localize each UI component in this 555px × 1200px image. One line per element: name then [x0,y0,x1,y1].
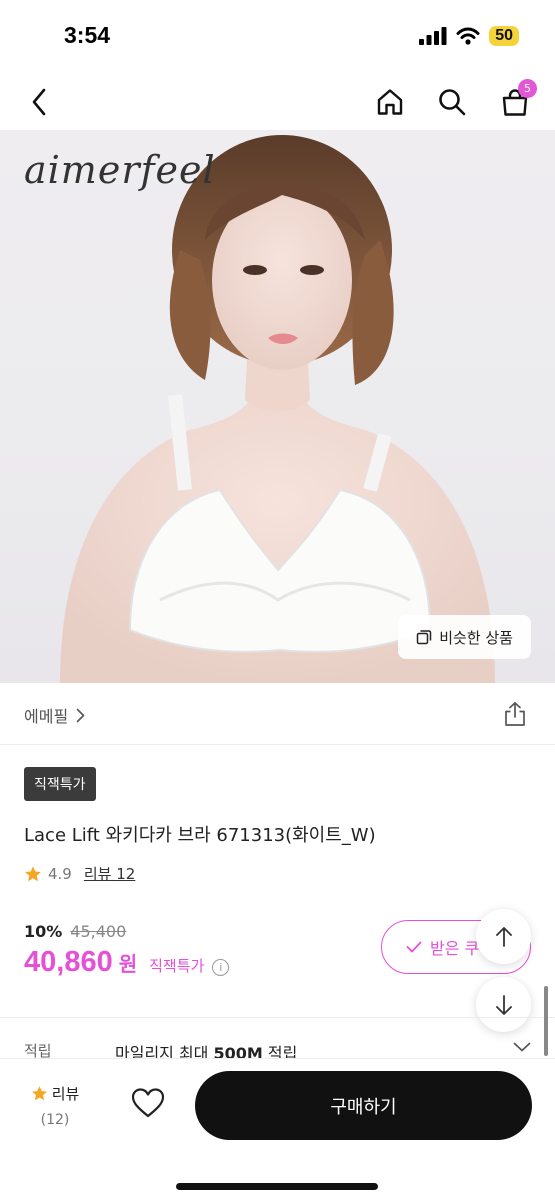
discount-row: 10% 45,400 [24,922,126,941]
info-icon[interactable]: i [212,959,230,976]
brand-name: 에메필 [24,707,69,726]
sale-price: 40,860 [24,946,113,978]
scroll-bottom-button[interactable] [476,977,531,1032]
section-divider [0,1017,555,1018]
review-summary-label: 리뷰 [24,1083,86,1104]
signal-icon [419,27,447,45]
cart-button[interactable]: 5 [493,79,537,124]
top-nav: 5 [0,72,555,130]
chevron-down-icon [513,1042,531,1052]
search-button[interactable] [430,80,474,124]
battery-indicator: 50 [489,26,519,46]
brand-logo: aimerfeel [24,148,216,192]
product-image[interactable]: aimerfeel 비슷한 상품 [0,130,555,683]
home-indicator [176,1183,378,1190]
review-label: 리뷰 [51,1085,80,1103]
chevron-right-icon [76,708,85,722]
buy-button[interactable]: 구매하기 [195,1071,532,1140]
discount-rate: 10% [24,922,63,941]
promo-tag: 직잭특가 [24,767,96,801]
cart-count-badge: 5 [518,79,537,98]
status-bar: 3:54 50 [0,0,555,72]
share-icon [505,702,525,726]
home-icon [377,89,403,115]
mileage-row[interactable]: 적립 마일리지 최대 500M 적립 [0,1040,555,1060]
arrow-up-icon [495,926,512,947]
product-title: Lace Lift 와키다카 브라 671313(화이트_W) [24,825,376,846]
check-icon [406,941,422,953]
mileage-text: 마일리지 최대 500M 적립 [115,1040,297,1060]
review-summary-button[interactable]: 리뷰 (12) [24,1083,86,1128]
wishlist-button[interactable] [130,1087,166,1123]
star-icon [25,865,41,881]
scrollbar[interactable] [544,986,548,1056]
back-button[interactable] [17,80,61,124]
arrow-down-icon [495,994,512,1015]
coupon-label: 받은 쿠 [430,939,480,958]
rating-value: 4.9 [48,864,72,883]
brand-link[interactable]: 에메필 [24,703,85,727]
copy-icon [416,630,432,645]
bottom-action-bar: 리뷰 (12) 구매하기 [0,1058,555,1200]
chevron-left-icon [32,88,46,116]
model-photo [60,135,495,683]
price-row: 40,860 원 직잭특가 i [24,946,230,979]
price-tag: 직잭특가 [149,957,205,975]
home-button[interactable] [368,80,412,124]
share-button[interactable] [503,701,527,731]
brand-row: 에메필 [0,683,555,745]
heart-icon [131,1088,165,1118]
status-icons: 50 [419,26,519,46]
review-count: (12) [40,1112,70,1128]
scroll-top-button[interactable] [476,909,531,964]
original-price: 45,400 [70,922,127,941]
mileage-label: 적립 [24,1042,52,1060]
price-unit: 원 [118,952,138,976]
star-icon [31,1086,47,1101]
review-link[interactable]: 리뷰 12 [84,863,135,884]
status-time: 3:54 [64,22,111,48]
wifi-icon [456,27,480,45]
rating-row: 4.9 리뷰 12 [24,863,135,884]
search-icon [439,89,466,116]
similar-products-label: 비슷한 상품 [439,628,513,647]
similar-products-button[interactable]: 비슷한 상품 [398,615,531,659]
